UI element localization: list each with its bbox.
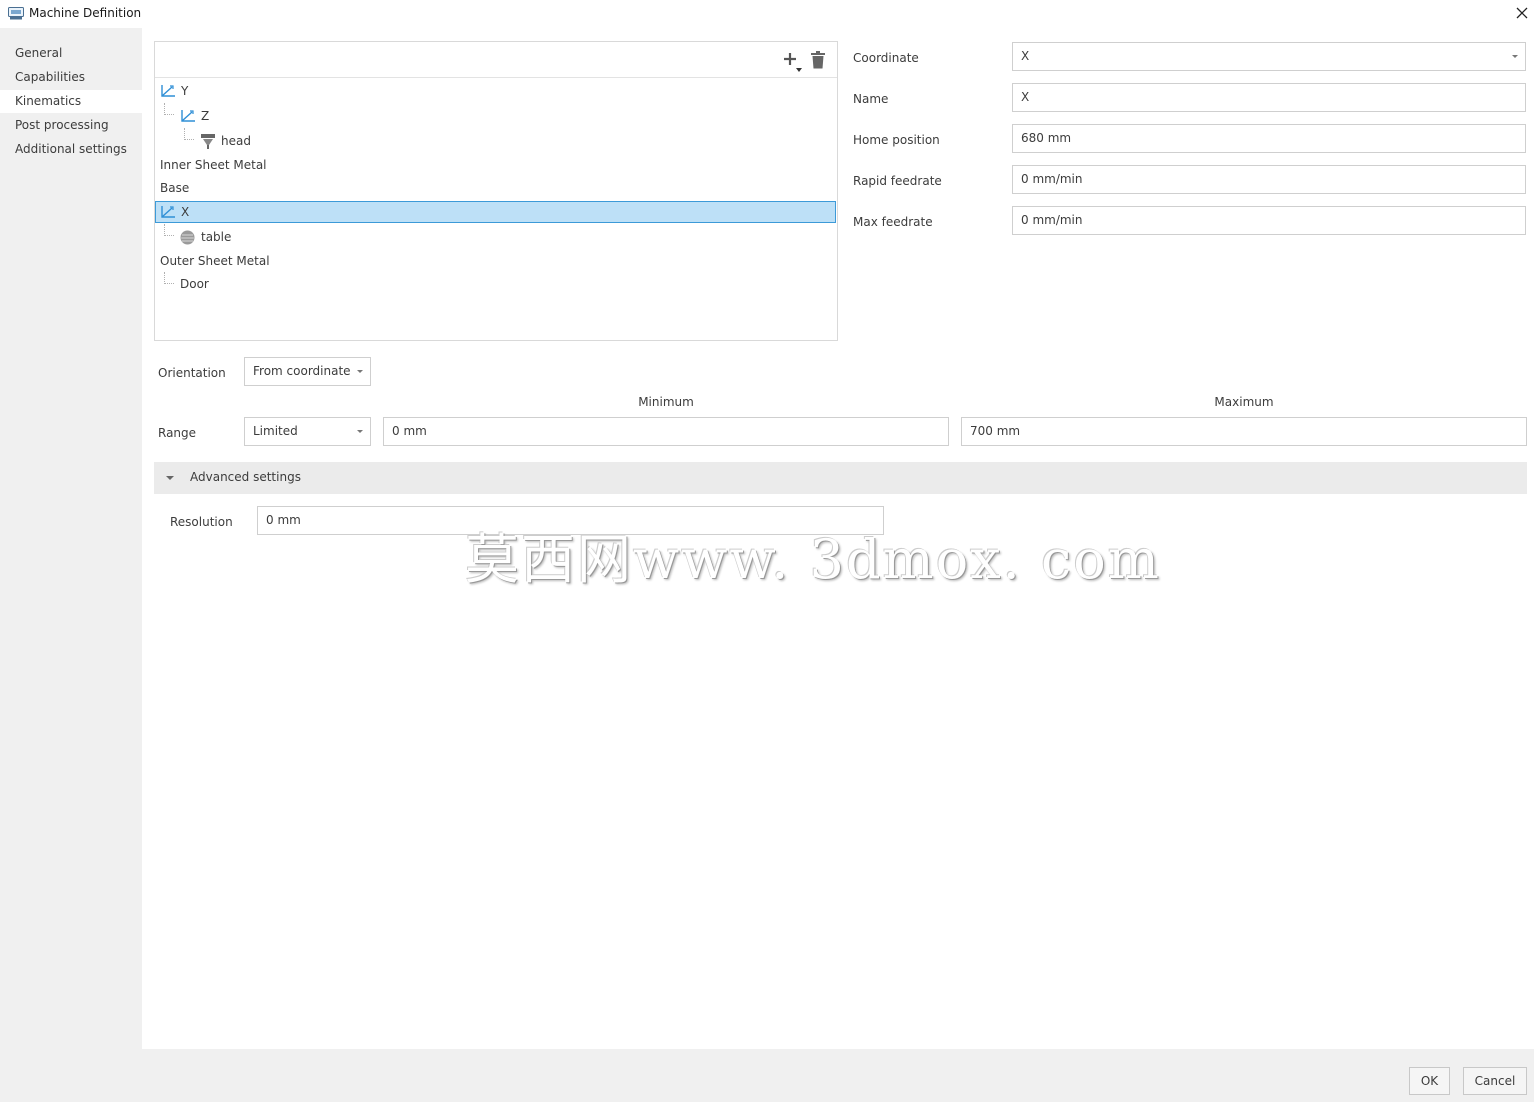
orientation-select[interactable]: From coordinate	[244, 357, 371, 386]
coordinate-value: X	[1021, 49, 1030, 63]
orientation-label: Orientation	[158, 366, 226, 380]
tree-node-table[interactable]: table	[155, 225, 835, 249]
watermark: 莫西网www. 3dmox. com	[465, 528, 1161, 591]
sidebar-item-kinematics[interactable]: Kinematics	[0, 90, 142, 113]
tree-toolbar	[155, 42, 837, 78]
advanced-settings-header[interactable]: Advanced settings	[154, 462, 1527, 494]
range-mode-select[interactable]: Limited	[244, 417, 371, 446]
rapid-feedrate-label: Rapid feedrate	[853, 174, 942, 188]
kinematics-tree: Y Z head Inner Sheet Metal Base X table …	[154, 41, 838, 341]
chevron-down-icon	[1512, 55, 1518, 58]
tree-node-label: Z	[201, 109, 210, 123]
spindle-head-icon	[201, 134, 215, 149]
home-position-field[interactable]: 680 mm	[1012, 124, 1526, 153]
minimum-header: Minimum	[638, 395, 694, 409]
sidebar: General Capabilities Kinematics Post pro…	[0, 28, 142, 1049]
sidebar-item-post-processing[interactable]: Post processing	[0, 114, 142, 137]
tree-node-inner-sheet-metal[interactable]: Inner Sheet Metal	[155, 153, 835, 177]
machine-definition-icon	[8, 7, 24, 20]
tree-node-z[interactable]: Z	[155, 104, 835, 128]
tree-node-door[interactable]: Door	[155, 272, 835, 296]
coordinate-label: Coordinate	[853, 51, 919, 65]
axis-icon	[161, 85, 175, 97]
window-title: Machine Definition	[29, 6, 142, 20]
delete-icon[interactable]	[811, 51, 825, 69]
maximum-header: Maximum	[1214, 395, 1274, 409]
chevron-down-icon	[357, 430, 363, 433]
chevron-down-icon	[357, 370, 363, 373]
ok-button[interactable]: OK	[1409, 1067, 1450, 1095]
title-bar: Machine Definition	[0, 0, 1534, 28]
orientation-value: From coordinate	[253, 364, 351, 378]
name-label: Name	[853, 92, 889, 106]
max-feedrate-label: Max feedrate	[853, 215, 933, 229]
tree-node-label: X	[181, 205, 190, 219]
axis-icon	[161, 206, 175, 218]
tree-node-label: Inner Sheet Metal	[160, 158, 267, 172]
tree-node-head[interactable]: head	[155, 129, 835, 153]
close-icon[interactable]	[1510, 2, 1534, 26]
tree-node-label: table	[201, 230, 232, 244]
tree-node-label: Y	[181, 84, 189, 98]
sidebar-item-additional-settings[interactable]: Additional settings	[0, 138, 142, 161]
tree-node-x[interactable]: X	[155, 200, 835, 224]
axis-icon	[181, 110, 195, 122]
range-label: Range	[158, 426, 197, 440]
add-dropdown-icon[interactable]	[783, 52, 803, 74]
tree-node-y[interactable]: Y	[155, 79, 835, 103]
max-feedrate-field[interactable]: 0 mm/min	[1012, 206, 1526, 235]
tree-node-label: Door	[180, 277, 209, 291]
tree-node-base[interactable]: Base	[155, 176, 835, 200]
coordinate-select[interactable]: X	[1012, 42, 1526, 71]
advanced-settings-label: Advanced settings	[190, 470, 301, 484]
tree-node-label: Base	[160, 181, 190, 195]
home-position-label: Home position	[853, 133, 940, 147]
tree-node-label: Outer Sheet Metal	[160, 254, 270, 268]
range-minimum-field[interactable]: 0 mm	[383, 417, 949, 446]
tree-node-outer-sheet-metal[interactable]: Outer Sheet Metal	[155, 249, 835, 273]
sidebar-item-general[interactable]: General	[0, 42, 142, 65]
name-field[interactable]: X	[1012, 83, 1526, 112]
collapse-triangle-icon	[166, 476, 174, 480]
range-mode-value: Limited	[253, 424, 298, 438]
cancel-button[interactable]: Cancel	[1463, 1067, 1527, 1095]
rapid-feedrate-field[interactable]: 0 mm/min	[1012, 165, 1526, 194]
tree-node-label: head	[221, 134, 251, 148]
table-icon	[180, 230, 195, 245]
resolution-label: Resolution	[170, 515, 233, 529]
range-maximum-field[interactable]: 700 mm	[961, 417, 1527, 446]
sidebar-item-capabilities[interactable]: Capabilities	[0, 66, 142, 89]
dialog-footer: OK Cancel	[0, 1049, 1534, 1102]
